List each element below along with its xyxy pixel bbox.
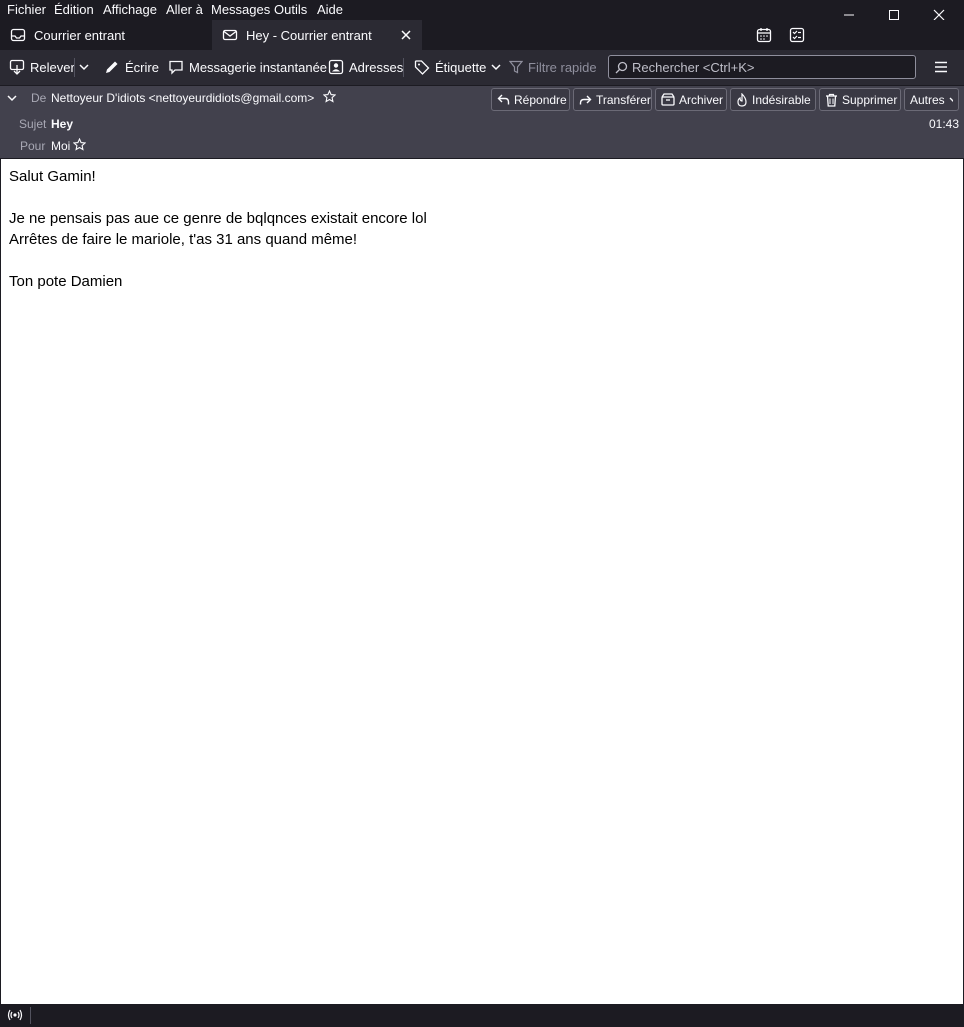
more-label: Autres (910, 92, 945, 107)
forward-icon (579, 93, 592, 106)
write-button[interactable]: Écrire (104, 55, 159, 79)
get-mail-label: Relever (30, 59, 75, 75)
get-mail-dropdown[interactable] (78, 55, 90, 79)
chevron-down-icon (949, 97, 953, 103)
menu-aller-a[interactable]: Aller à (166, 2, 203, 17)
star-icon[interactable] (72, 137, 87, 154)
delete-button[interactable]: Supprimer (819, 88, 901, 111)
tasks-icon[interactable] (789, 27, 805, 46)
get-mail-button[interactable]: Relever (9, 55, 75, 79)
trash-icon (825, 93, 838, 107)
archive-button[interactable]: Archiver (655, 88, 727, 111)
separator (403, 58, 404, 77)
close-tab-icon[interactable] (398, 27, 414, 43)
message-time: 01:43 (929, 117, 960, 131)
reply-icon (497, 93, 510, 106)
search-input[interactable]: Rechercher <Ctrl+K> (608, 55, 916, 79)
subject-label: Sujet (19, 117, 47, 131)
menu-outils[interactable]: Outils (274, 2, 307, 17)
collapse-header-toggle[interactable] (6, 92, 18, 107)
forward-button[interactable]: Transférer (573, 88, 652, 111)
get-mail-icon (9, 59, 25, 75)
inbox-icon (10, 27, 26, 43)
tab-bar: Courrier entrant Hey - Courrier entrant (0, 20, 964, 50)
tag-button[interactable]: Étiquette (414, 55, 502, 79)
quick-filter-button[interactable]: Filtre rapide (509, 55, 597, 79)
menu-bar: Fichier Édition Affichage Aller à Messag… (0, 0, 964, 21)
delete-label: Supprimer (842, 92, 898, 107)
to-label: Pour (20, 139, 46, 153)
tab-label: Courrier entrant (34, 27, 126, 43)
chat-button[interactable]: Messagerie instantanée (168, 55, 327, 79)
online-status-icon[interactable] (7, 1008, 23, 1025)
write-label: Écrire (125, 59, 159, 75)
message-line: Arrêtes de faire le mariole, t'as 31 ans… (9, 231, 358, 248)
tag-label: Étiquette (435, 59, 487, 75)
menu-aide[interactable]: Aide (317, 2, 343, 17)
subject-value: Hey (51, 117, 74, 131)
filter-icon (509, 60, 523, 74)
message-line: Je ne pensais pas aue ce genre de bqlqnc… (9, 210, 427, 227)
status-bar (0, 1004, 964, 1027)
reply-button[interactable]: Répondre (491, 88, 570, 111)
chat-icon (168, 59, 184, 75)
envelope-icon (222, 27, 238, 43)
search-icon (615, 61, 628, 74)
tab-message[interactable]: Hey - Courrier entrant (212, 20, 422, 50)
hamburger-menu-icon (935, 61, 947, 73)
separator (74, 58, 75, 77)
archive-label: Archiver (679, 92, 724, 107)
chevron-down-icon (79, 64, 89, 71)
separator (30, 1007, 31, 1024)
menu-fichier[interactable]: Fichier (7, 2, 46, 17)
address-book-label: Adresses (349, 59, 404, 75)
chat-label: Messagerie instantanée (189, 59, 328, 75)
quick-filter-label: Filtre rapide (528, 59, 597, 75)
from-label: De (31, 91, 47, 105)
to-value[interactable]: Moi (51, 139, 70, 153)
junk-label: Indésirable (752, 92, 811, 107)
chevron-down-icon (491, 64, 501, 71)
address-book-button[interactable]: Adresses (328, 55, 403, 79)
reply-label: Répondre (514, 92, 567, 107)
forward-label: Transférer (596, 92, 651, 107)
from-value[interactable]: Nettoyeur D'idiots <nettoyeurdidiots@gma… (51, 91, 314, 105)
flame-icon (736, 92, 748, 107)
search-placeholder: Rechercher <Ctrl+K> (632, 59, 755, 75)
archive-icon (661, 93, 675, 106)
chevron-down-icon (7, 95, 17, 102)
message-line: Ton pote Damien (9, 273, 123, 290)
calendar-icon[interactable] (756, 27, 772, 46)
tag-icon (414, 59, 430, 75)
menu-edition[interactable]: Édition (54, 2, 94, 17)
app-menu-button[interactable] (933, 55, 949, 79)
junk-button[interactable]: Indésirable (730, 88, 816, 111)
message-line: Salut Gamin! (9, 168, 96, 185)
star-icon[interactable] (322, 89, 337, 106)
menu-messages[interactable]: Messages (211, 2, 270, 17)
pencil-icon (104, 59, 120, 75)
message-body: Salut Gamin! Je ne pensais pas aue ce ge… (1, 159, 963, 1004)
tab-label: Hey - Courrier entrant (246, 27, 372, 43)
menu-affichage[interactable]: Affichage (103, 2, 157, 17)
tab-inbox[interactable]: Courrier entrant (0, 20, 212, 50)
more-button[interactable]: Autres (904, 88, 959, 111)
address-book-icon (328, 59, 344, 75)
